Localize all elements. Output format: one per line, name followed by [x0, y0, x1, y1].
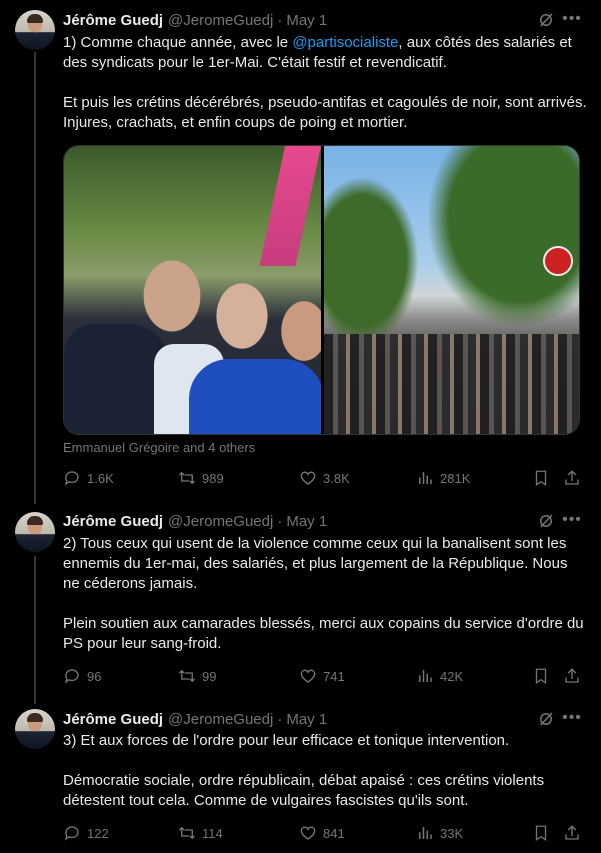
text-segment: 1) Comme chaque année, avec le [63, 34, 293, 51]
like-count: 3.8K [323, 470, 350, 486]
grok-icon[interactable] [537, 11, 555, 29]
reply-icon [64, 471, 79, 486]
more-horizontal-icon[interactable]: ••• [562, 10, 582, 28]
repost-count: 99 [202, 668, 217, 684]
separator-dot: · [277, 512, 283, 530]
grok-icon[interactable] [537, 512, 555, 530]
heart-icon [300, 471, 316, 485]
author-name[interactable]: Jérôme Guedj [63, 711, 163, 728]
reply-button[interactable]: 122 [63, 823, 109, 843]
like-button[interactable]: 3.8K [299, 468, 350, 488]
view-count: 33K [440, 825, 464, 841]
views-button[interactable]: 281K [416, 468, 470, 488]
repost-button[interactable]: 99 [178, 666, 216, 686]
like-button[interactable]: 741 [299, 666, 345, 686]
repost-icon [179, 669, 195, 683]
action-bar: 1.6K 989 3.8K 281K [63, 468, 583, 488]
view-count: 281K [440, 470, 471, 486]
author-name[interactable]: Jérôme Guedj [63, 12, 163, 29]
tweet-2[interactable]: Jérôme Guedj @JeromeGuedj · May 1 ••• 2)… [0, 500, 601, 700]
mention-link[interactable]: @partisocialiste [292, 34, 398, 51]
like-count: 841 [323, 825, 345, 841]
views-icon [419, 827, 432, 839]
repost-button[interactable]: 114 [178, 823, 223, 843]
views-icon [419, 472, 432, 484]
tweet-text: 2) Tous ceux qui usent de la violence co… [63, 534, 588, 654]
photo-crowd[interactable] [324, 146, 579, 434]
share-icon [565, 825, 579, 840]
heart-icon [300, 669, 316, 683]
more-horizontal-icon[interactable]: ••• [562, 709, 582, 727]
media-tags-caption[interactable]: Emmanuel Grégoire and 4 others [63, 440, 255, 455]
share-icon [565, 668, 579, 683]
media-gallery[interactable] [63, 145, 580, 435]
repost-count: 114 [202, 825, 223, 841]
bookmark-icon [535, 470, 547, 487]
post-date[interactable]: May 1 [286, 513, 327, 530]
reply-count: 1.6K [87, 470, 114, 486]
bookmark-icon [535, 668, 547, 685]
tweet-3[interactable]: Jérôme Guedj @JeromeGuedj · May 1 ••• 3)… [0, 700, 601, 853]
reply-icon [64, 669, 79, 684]
post-date[interactable]: May 1 [286, 711, 327, 728]
repost-icon [179, 471, 195, 485]
view-count: 42K [440, 668, 464, 684]
tweet-header: Jérôme Guedj @JeromeGuedj · May 1 [63, 511, 327, 531]
text-paragraph: Démocratie sociale, ordre républicain, d… [63, 772, 545, 809]
tweet-header: Jérôme Guedj @JeromeGuedj · May 1 [63, 709, 327, 729]
text-paragraph: Et puis les crétins décérébrés, pseudo-a… [63, 94, 587, 131]
reply-button[interactable]: 96 [63, 666, 101, 686]
action-bar: 96 99 741 42K [63, 666, 583, 686]
views-button[interactable]: 42K [416, 666, 463, 686]
share-button[interactable] [563, 823, 581, 843]
share-icon [565, 470, 579, 485]
tweet-1[interactable]: Jérôme Guedj @JeromeGuedj · May 1 ••• 1)… [0, 0, 601, 500]
bookmark-button[interactable] [532, 468, 550, 488]
photo-selfie[interactable] [64, 146, 321, 434]
author-handle[interactable]: @JeromeGuedj [168, 711, 273, 728]
repost-count: 989 [202, 470, 224, 486]
text-paragraph: 3) Et aux forces de l'ordre pour leur ef… [63, 732, 510, 749]
views-icon [419, 670, 432, 682]
like-count: 741 [323, 668, 345, 684]
text-paragraph: Plein soutien aux camarades blessés, mer… [63, 615, 584, 652]
author-handle[interactable]: @JeromeGuedj [168, 513, 273, 530]
separator-dot: · [277, 11, 283, 29]
tweet-header: Jérôme Guedj @JeromeGuedj · May 1 [63, 10, 327, 30]
action-bar: 122 114 841 33K [63, 823, 583, 843]
reply-icon [64, 826, 79, 841]
text-paragraph: 2) Tous ceux qui usent de la violence co… [63, 535, 568, 592]
grok-icon[interactable] [537, 710, 555, 728]
post-date[interactable]: May 1 [286, 12, 327, 29]
reply-button[interactable]: 1.6K [63, 468, 114, 488]
avatar[interactable] [15, 10, 55, 50]
separator-dot: · [277, 710, 283, 728]
tweet-text: 1) Comme chaque année, avec le @partisoc… [63, 33, 588, 133]
views-button[interactable]: 33K [416, 823, 463, 843]
bookmark-icon [535, 825, 547, 842]
like-button[interactable]: 841 [299, 823, 345, 843]
bookmark-button[interactable] [532, 666, 550, 686]
repost-button[interactable]: 989 [178, 468, 224, 488]
reply-count: 96 [87, 668, 102, 684]
avatar[interactable] [15, 512, 55, 552]
avatar[interactable] [15, 709, 55, 749]
repost-icon [179, 826, 195, 840]
reply-count: 122 [87, 825, 109, 841]
author-handle[interactable]: @JeromeGuedj [168, 12, 273, 29]
share-button[interactable] [563, 468, 581, 488]
bookmark-button[interactable] [532, 823, 550, 843]
tweet-text: 3) Et aux forces de l'ordre pour leur ef… [63, 731, 588, 811]
author-name[interactable]: Jérôme Guedj [63, 513, 163, 530]
more-horizontal-icon[interactable]: ••• [562, 511, 582, 529]
heart-icon [300, 826, 316, 840]
share-button[interactable] [563, 666, 581, 686]
